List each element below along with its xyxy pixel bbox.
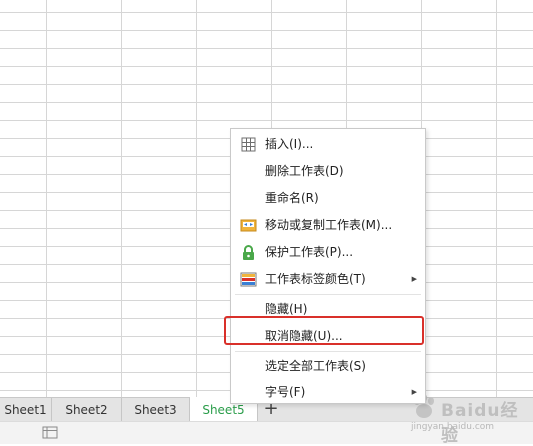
menu-item-insert[interactable]: 插入(I)... (231, 131, 425, 158)
sheet-tab-sheet2[interactable]: Sheet2 (52, 398, 122, 422)
menu-item-tab-color[interactable]: 工作表标签颜色(T) ▶ (231, 266, 425, 293)
menu-separator (235, 294, 421, 295)
menu-item-move-copy[interactable]: 移动或复制工作表(M)... (231, 212, 425, 239)
sheet-context-menu: 插入(I)... 删除工作表(D) 重命名(R) 移动或复制工作表(M)... … (230, 128, 426, 404)
menu-item-delete-sheet[interactable]: 删除工作表(D) (231, 158, 425, 185)
menu-item-label: 字号(F) (265, 385, 306, 399)
watermark-text: Baidu经验 (441, 401, 519, 446)
menu-item-label: 选定全部工作表(S) (265, 359, 366, 373)
unhide-highlight-box (224, 316, 424, 345)
menu-item-font-size[interactable]: 字号(F) ▶ (231, 379, 425, 406)
menu-item-label: 重命名(R) (265, 191, 319, 205)
sheet-tab-sheet1[interactable]: Sheet1 (0, 398, 52, 422)
menu-item-select-all-sheets[interactable]: 选定全部工作表(S) (231, 353, 425, 380)
menu-item-label: 工作表标签颜色(T) (265, 272, 366, 286)
submenu-arrow-icon: ▶ (411, 388, 417, 396)
watermark-url: jingyan.baidu.com (411, 422, 495, 432)
menu-item-label: 插入(I)... (265, 137, 314, 151)
sheet-tab-sheet3[interactable]: Sheet3 (122, 398, 190, 422)
menu-item-label: 删除工作表(D) (265, 164, 344, 178)
menu-separator (235, 351, 421, 352)
move-copy-icon (240, 219, 257, 232)
lock-icon (243, 245, 254, 260)
menu-item-rename[interactable]: 重命名(R) (231, 185, 425, 212)
sheet-list-icon[interactable] (42, 426, 58, 439)
menu-item-protect-sheet[interactable]: 保护工作表(P)... (231, 239, 425, 266)
menu-item-label: 保护工作表(P)... (265, 245, 354, 259)
insert-table-icon (241, 137, 256, 152)
submenu-arrow-icon: ▶ (411, 275, 417, 283)
menu-item-label: 移动或复制工作表(M)... (265, 218, 393, 232)
tab-color-icon (240, 272, 257, 287)
